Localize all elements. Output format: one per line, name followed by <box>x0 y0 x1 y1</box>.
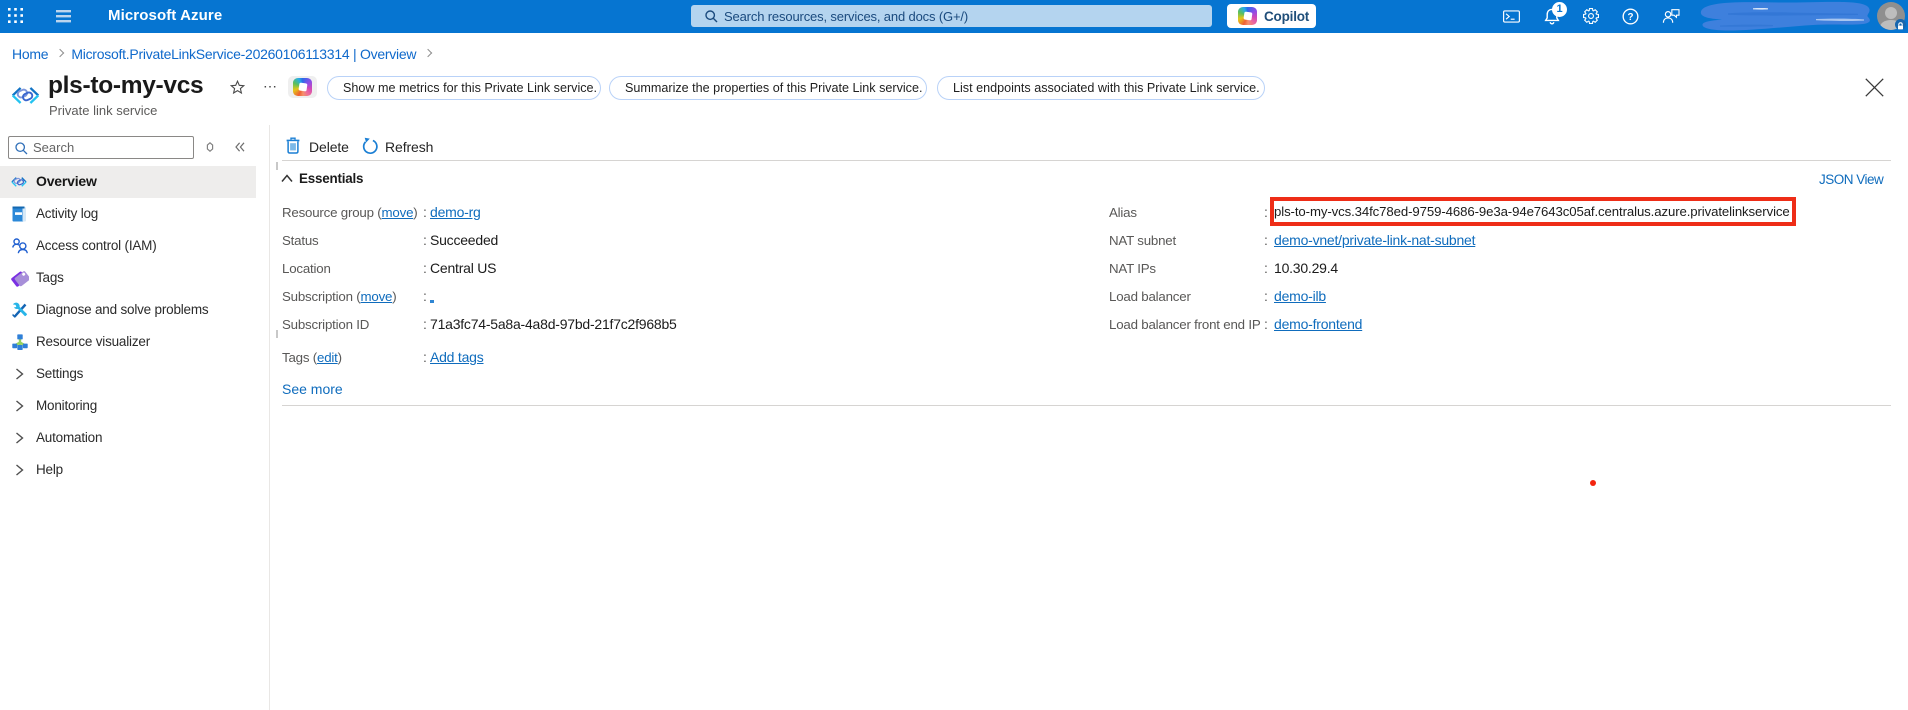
svg-text:?: ? <box>1627 12 1633 23</box>
